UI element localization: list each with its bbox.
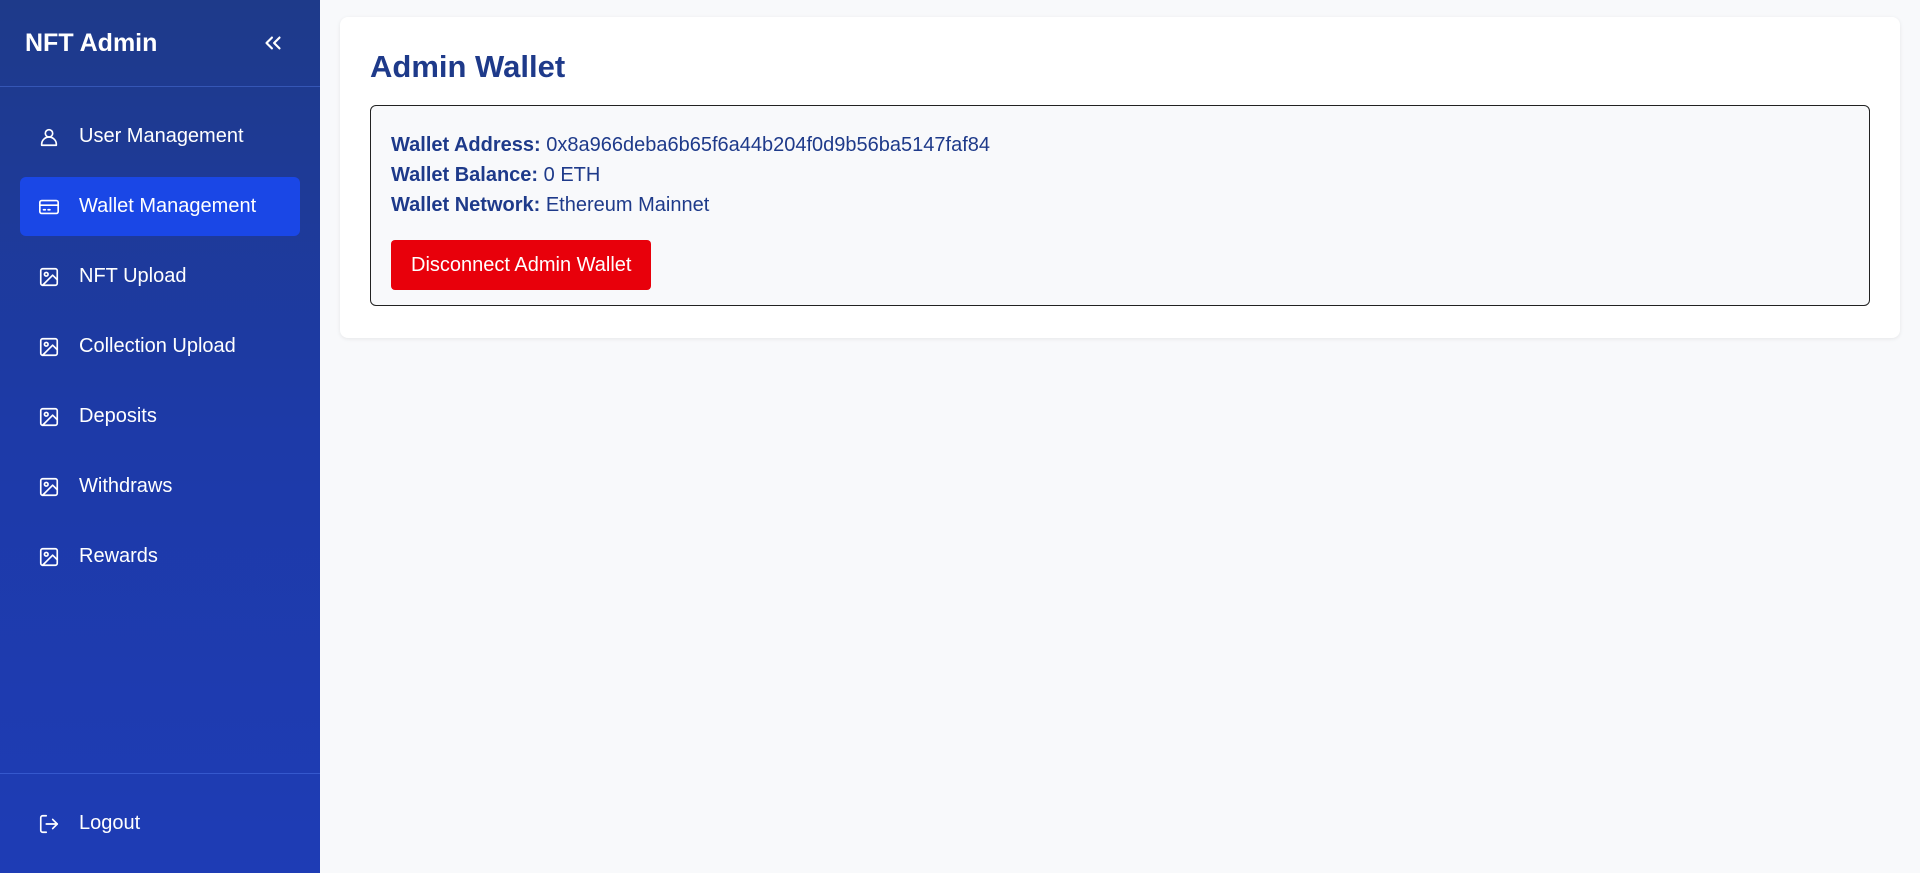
logout-icon (37, 812, 61, 836)
admin-wallet-card: Admin Wallet Wallet Address: 0x8a966deba… (340, 17, 1900, 338)
brand-title: NFT Admin (25, 28, 158, 57)
logout-label: Logout (79, 812, 141, 834)
wallet-balance-value: 0 ETH (543, 164, 601, 186)
sidebar-item-rewards[interactable]: Rewards (20, 527, 300, 586)
chevrons-left-icon (265, 36, 281, 50)
sidebar-item-label: NFT Upload (79, 265, 187, 287)
image-icon (37, 545, 61, 569)
sidebar-item-label: Collection Upload (79, 335, 236, 357)
wallet-address-value: 0x8a966deba6b65f6a44b204f0d9b56ba5147faf… (546, 134, 990, 156)
sidebar-item-label: Rewards (79, 545, 158, 567)
wallet-network-row: Wallet Network: Ethereum Mainnet (391, 190, 1849, 220)
image-icon (37, 265, 61, 289)
user-icon (37, 125, 61, 149)
sidebar-item-collection-upload[interactable]: Collection Upload (20, 317, 300, 376)
image-icon (37, 475, 61, 499)
sidebar-item-nft-upload[interactable]: NFT Upload (20, 247, 300, 306)
sidebar-item-user-management[interactable]: User Management (20, 107, 300, 166)
sidebar-item-label: Deposits (79, 405, 157, 427)
collapse-sidebar-button[interactable] (258, 28, 288, 58)
wallet-balance-row: Wallet Balance: 0 ETH (391, 160, 1849, 190)
wallet-network-value: Ethereum Mainnet (545, 194, 710, 216)
sidebar-item-label: Withdraws (79, 475, 173, 497)
sidebar-item-label: User Management (79, 125, 244, 147)
main-content: Admin Wallet Wallet Address: 0x8a966deba… (320, 0, 1920, 873)
page-title: Admin Wallet (370, 49, 566, 84)
image-icon (37, 335, 61, 359)
sidebar-item-wallet-management[interactable]: Wallet Management (20, 177, 300, 236)
image-icon (37, 405, 61, 429)
sidebar-item-deposits[interactable]: Deposits (20, 387, 300, 446)
wallet-network-label: Wallet Network: (391, 194, 546, 216)
wallet-info-box: Wallet Address: 0x8a966deba6b65f6a44b204… (370, 105, 1870, 306)
wallet-address-label: Wallet Address: (391, 134, 547, 156)
sidebar: NFT Admin User Management Wallet Managem… (0, 0, 320, 873)
sidebar-item-label: Wallet Management (79, 195, 257, 217)
disconnect-wallet-button[interactable]: Disconnect Admin Wallet (391, 240, 652, 290)
logout-button[interactable]: Logout (20, 794, 300, 853)
sidebar-nav: User Management Wallet Management NFT Up… (0, 87, 320, 773)
sidebar-header: NFT Admin (0, 0, 320, 87)
wallet-icon (37, 195, 61, 219)
sidebar-item-withdraws[interactable]: Withdraws (20, 457, 300, 516)
wallet-address-row: Wallet Address: 0x8a966deba6b65f6a44b204… (391, 130, 1849, 160)
sidebar-footer: Logout (0, 773, 320, 873)
wallet-balance-label: Wallet Balance: (391, 164, 544, 186)
